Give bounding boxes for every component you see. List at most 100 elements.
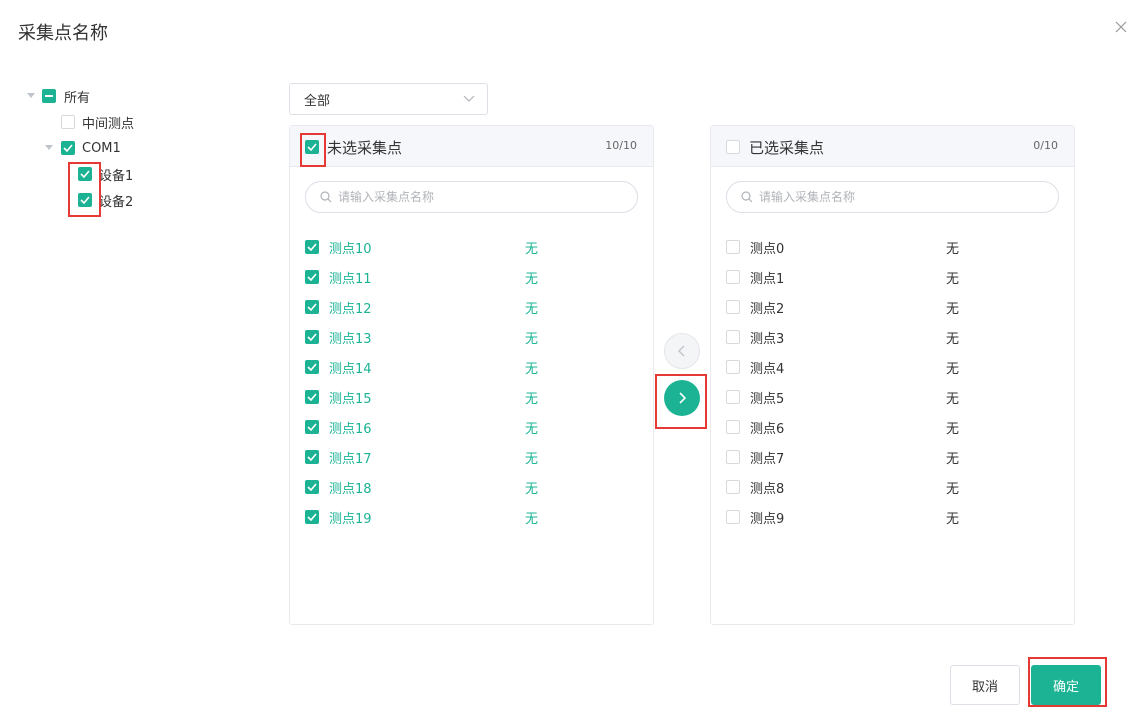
tree-node-device1[interactable]: 设备1 <box>78 164 133 184</box>
item-label: 测点6 <box>750 421 785 437</box>
item-label: 测点1 <box>750 271 785 287</box>
list-item[interactable]: 测点3 无 <box>726 322 1066 352</box>
caret-down-icon[interactable] <box>44 143 54 153</box>
item-label: 测点7 <box>750 451 785 467</box>
list-item[interactable]: 测点7 无 <box>726 442 1066 472</box>
dialog-title: 采集点名称 <box>18 23 108 44</box>
item-checkbox[interactable] <box>726 510 740 524</box>
tree-node-mid[interactable]: 中间测点 <box>61 112 134 132</box>
item-value: 无 <box>946 511 960 527</box>
selected-panel-title: 已选采集点 <box>749 139 825 157</box>
item-checkbox[interactable] <box>305 330 319 344</box>
unselected-list: 测点10 无测点11 无测点12 无测点13 无测点14 无测点15 无测点16 无测点17 无… <box>305 232 645 532</box>
filter-select[interactable]: 全部 <box>289 83 488 115</box>
item-checkbox[interactable] <box>305 420 319 434</box>
unselected-select-all-checkbox[interactable] <box>305 140 319 154</box>
item-checkbox[interactable] <box>726 270 740 284</box>
item-label: 测点15 <box>329 391 372 407</box>
selected-search[interactable] <box>726 181 1059 213</box>
list-item[interactable]: 测点18 无 <box>305 472 645 502</box>
tree-checkbox-device2[interactable] <box>78 193 92 207</box>
list-item[interactable]: 测点11 无 <box>305 262 645 292</box>
move-left-button[interactable] <box>664 333 700 369</box>
item-checkbox[interactable] <box>726 360 740 374</box>
tree-label-com1: COM1 <box>82 140 121 156</box>
list-item[interactable]: 测点4 无 <box>726 352 1066 382</box>
item-label: 测点19 <box>329 511 372 527</box>
confirm-button[interactable]: 确定 <box>1031 665 1101 705</box>
item-checkbox[interactable] <box>305 390 319 404</box>
selected-count: 0/10 <box>1033 139 1058 152</box>
search-icon <box>741 191 753 203</box>
item-checkbox[interactable] <box>305 450 319 464</box>
list-item[interactable]: 测点16 无 <box>305 412 645 442</box>
item-value: 无 <box>525 511 539 527</box>
list-item[interactable]: 测点15 无 <box>305 382 645 412</box>
item-value: 无 <box>946 241 960 257</box>
tree-node-com1[interactable]: COM1 <box>44 138 121 158</box>
item-value: 无 <box>525 451 539 467</box>
tree-checkbox-device1[interactable] <box>78 167 92 181</box>
list-item[interactable]: 测点1 无 <box>726 262 1066 292</box>
tree-node-all[interactable]: 所有 <box>26 86 90 106</box>
caret-down-icon[interactable] <box>26 91 36 101</box>
tree-checkbox-all[interactable] <box>42 89 56 103</box>
tree-label-mid: 中间测点 <box>82 116 135 132</box>
item-label: 测点3 <box>750 331 785 347</box>
item-checkbox[interactable] <box>726 480 740 494</box>
item-checkbox[interactable] <box>726 240 740 254</box>
list-item[interactable]: 测点8 无 <box>726 472 1066 502</box>
item-value: 无 <box>946 391 960 407</box>
tree-node-device2[interactable]: 设备2 <box>78 190 133 210</box>
item-checkbox[interactable] <box>726 420 740 434</box>
list-item[interactable]: 测点10 无 <box>305 232 645 262</box>
list-item[interactable]: 测点17 无 <box>305 442 645 472</box>
list-item[interactable]: 测点13 无 <box>305 322 645 352</box>
item-value: 无 <box>946 421 960 437</box>
list-item[interactable]: 测点19 无 <box>305 502 645 532</box>
item-checkbox[interactable] <box>305 270 319 284</box>
unselected-search-input[interactable] <box>338 190 618 204</box>
list-item[interactable]: 测点6 无 <box>726 412 1066 442</box>
item-checkbox[interactable] <box>726 450 740 464</box>
list-item[interactable]: 测点14 无 <box>305 352 645 382</box>
item-value: 无 <box>525 271 539 287</box>
item-checkbox[interactable] <box>305 300 319 314</box>
unselected-panel-title: 未选采集点 <box>327 139 403 157</box>
item-label: 测点2 <box>750 301 785 317</box>
move-right-button[interactable] <box>664 380 700 416</box>
tree-checkbox-com1[interactable] <box>61 141 75 155</box>
close-icon[interactable] <box>1114 20 1128 34</box>
list-item[interactable]: 测点0 无 <box>726 232 1066 262</box>
selected-search-input[interactable] <box>759 190 1039 204</box>
item-label: 测点11 <box>329 271 372 287</box>
selected-panel-header: 已选采集点 0/10 <box>711 126 1074 167</box>
item-label: 测点13 <box>329 331 372 347</box>
item-value: 无 <box>525 331 539 347</box>
list-item[interactable]: 测点9 无 <box>726 502 1066 532</box>
item-value: 无 <box>946 451 960 467</box>
item-checkbox[interactable] <box>726 300 740 314</box>
item-checkbox[interactable] <box>305 240 319 254</box>
item-value: 无 <box>525 241 539 257</box>
list-item[interactable]: 测点12 无 <box>305 292 645 322</box>
item-checkbox[interactable] <box>305 480 319 494</box>
item-value: 无 <box>525 481 539 497</box>
list-item[interactable]: 测点5 无 <box>726 382 1066 412</box>
chevron-right-icon <box>679 392 686 404</box>
item-label: 测点12 <box>329 301 372 317</box>
tree-label-all: 所有 <box>64 90 91 106</box>
list-item[interactable]: 测点2 无 <box>726 292 1066 322</box>
unselected-search[interactable] <box>305 181 638 213</box>
item-checkbox[interactable] <box>305 510 319 524</box>
item-value: 无 <box>946 481 960 497</box>
item-checkbox[interactable] <box>726 390 740 404</box>
item-checkbox[interactable] <box>305 360 319 374</box>
item-label: 测点18 <box>329 481 372 497</box>
selected-select-all-checkbox[interactable] <box>726 140 740 154</box>
cancel-button[interactable]: 取消 <box>950 665 1020 705</box>
item-checkbox[interactable] <box>726 330 740 344</box>
item-label: 测点4 <box>750 361 785 377</box>
tree-checkbox-mid[interactable] <box>61 115 75 129</box>
unselected-panel: 未选采集点 10/10 测点10无测点11无测点12无测点13无测点14无测点1… <box>289 125 654 625</box>
